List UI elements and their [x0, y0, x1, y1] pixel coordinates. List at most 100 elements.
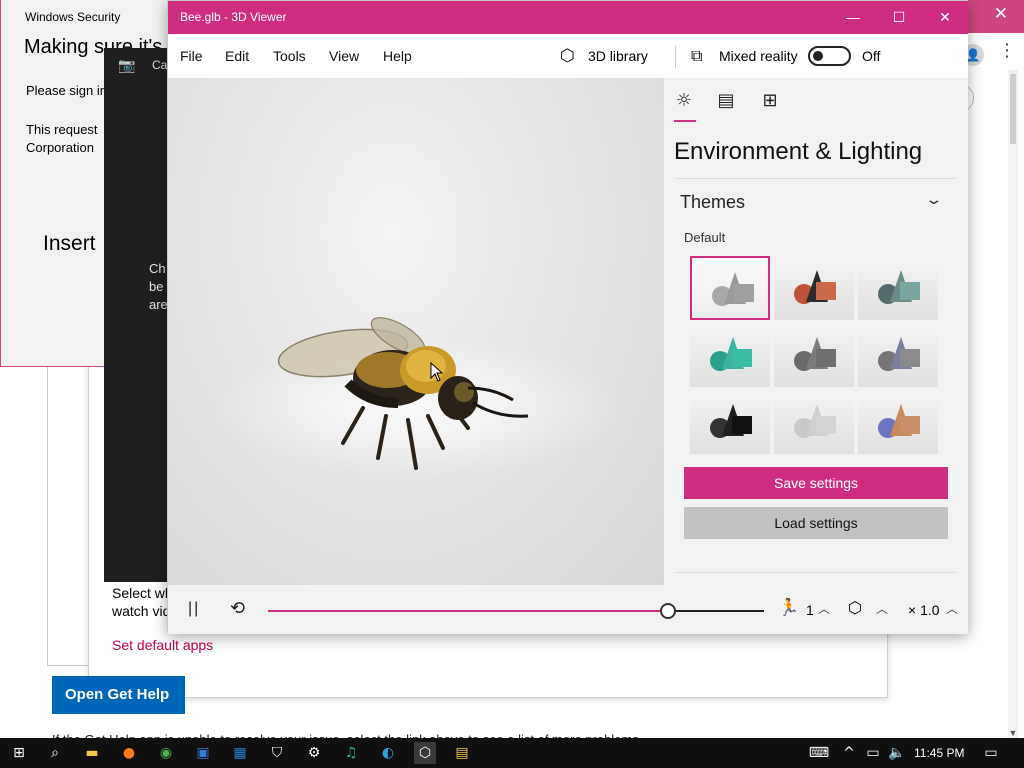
- timeline-handle[interactable]: [659, 603, 676, 619]
- minimize-button[interactable]: —: [830, 1, 876, 34]
- chevron-up-icon[interactable]: ^: [838, 742, 860, 764]
- background-select-text: Select wh watch vid: [112, 585, 172, 619]
- menu-edit[interactable]: Edit: [225, 48, 249, 64]
- theme-thumbnail[interactable]: [690, 390, 770, 454]
- panel-heading: Environment & Lighting: [674, 138, 923, 165]
- bee-model[interactable]: [268, 308, 548, 478]
- mouse-cursor: [430, 361, 444, 385]
- 3d-viewport[interactable]: [168, 78, 664, 585]
- theme-thumbnail[interactable]: [774, 390, 854, 454]
- timeline-slider[interactable]: [268, 603, 764, 619]
- themes-default-label: Default: [684, 230, 726, 245]
- 3d-library-button[interactable]: 3D library: [588, 48, 648, 64]
- mixed-reality-icon[interactable]: ⧉: [691, 46, 702, 66]
- chevron-down-icon[interactable]: ⌄: [924, 192, 943, 208]
- window-title: Bee.glb - 3D Viewer: [180, 10, 287, 24]
- title-bar[interactable]: Bee.glb - 3D Viewer — ☐ ✕: [168, 1, 968, 34]
- stats-tab-icon[interactable]: ▤: [714, 90, 738, 114]
- menu-view[interactable]: View: [329, 48, 359, 64]
- active-tab-indicator: [674, 120, 696, 122]
- 3d-viewer-window: Bee.glb - 3D Viewer — ☐ ✕ File Edit Tool…: [167, 0, 968, 634]
- theme-box-shape: [900, 349, 920, 367]
- security-instruction: Please sign in: [26, 83, 107, 98]
- theme-thumbnail[interactable]: [690, 256, 770, 320]
- theme-box-shape: [816, 282, 836, 300]
- security-icon[interactable]: ⛉: [266, 742, 288, 764]
- close-button[interactable]: ✕: [922, 1, 968, 34]
- background-panel: [47, 360, 92, 666]
- mixed-reality-label: Mixed reality: [719, 48, 798, 64]
- loop-icon[interactable]: ⟲: [230, 598, 245, 619]
- taskbar: ⊞ ⌕ ▬ ● ◉ ▣ ▦ ⛉ ⚙ ♫ ◐ ⬡ ▤ ⌨ ^ ▭ 🔈 11:45 …: [0, 738, 1024, 768]
- environment-lighting-panel: ☼ ▤ ⊞ Environment & Lighting Themes ⌄ De…: [664, 78, 968, 585]
- security-request-text: This request Corporation: [26, 122, 98, 155]
- themes-section-label[interactable]: Themes: [680, 192, 745, 213]
- menu-help[interactable]: Help: [383, 48, 412, 64]
- network-icon[interactable]: ▭: [862, 742, 884, 764]
- media-icon[interactable]: ♫: [340, 742, 362, 764]
- load-settings-button[interactable]: Load settings: [684, 507, 948, 539]
- lighting-tab-sun-icon[interactable]: ☼: [672, 90, 696, 114]
- grid-tab-icon[interactable]: ⊞: [758, 90, 782, 114]
- chrome-icon[interactable]: ◉: [155, 742, 177, 764]
- animation-icon[interactable]: 🏃: [778, 598, 799, 618]
- menu-tools[interactable]: Tools: [273, 48, 306, 64]
- settings-icon[interactable]: ⚙: [303, 742, 325, 764]
- volume-muted-icon[interactable]: 🔈: [886, 742, 908, 764]
- timeline-progress: [268, 610, 668, 612]
- mixed-reality-state: Off: [862, 48, 881, 64]
- system-clock[interactable]: 11:45 PM: [914, 746, 964, 760]
- camera-message: Ch be are: [149, 261, 168, 312]
- divider: [674, 572, 956, 573]
- theme-box-shape: [732, 416, 752, 434]
- chevron-up-icon[interactable]: ︿: [946, 600, 958, 617]
- theme-thumbnail[interactable]: [774, 323, 854, 387]
- chevron-up-icon[interactable]: ︿: [818, 600, 830, 617]
- security-insert-text: Insert: [43, 232, 96, 255]
- maximize-button[interactable]: ☐: [876, 1, 922, 34]
- playback-controls: || ⟲ 🏃 1 ︿ ⬡ ︿ × 1.0 ︿: [168, 585, 968, 634]
- theme-thumbnail[interactable]: [858, 323, 938, 387]
- 3d-library-icon[interactable]: ⬡: [560, 46, 575, 66]
- divider: [674, 178, 956, 179]
- 3d-viewer-icon[interactable]: ⬡: [414, 742, 436, 764]
- camera-icon: 📷: [118, 57, 136, 73]
- mixed-reality-toggle[interactable]: [808, 46, 851, 66]
- more-options-icon[interactable]: ⋮: [998, 40, 1016, 61]
- playback-speed: × 1.0: [908, 602, 940, 618]
- save-settings-button[interactable]: Save settings: [684, 467, 948, 499]
- edge-icon[interactable]: ◐: [377, 742, 399, 764]
- scrollbar-thumb[interactable]: [1010, 74, 1016, 144]
- toolbar-divider: [675, 46, 676, 68]
- file-explorer-icon[interactable]: ▬: [81, 742, 103, 764]
- calculator-icon[interactable]: ▦: [229, 742, 251, 764]
- theme-box-shape: [900, 416, 920, 434]
- theme-box-shape: [816, 349, 836, 367]
- theme-thumbnail[interactable]: [858, 390, 938, 454]
- background-scrollbar[interactable]: ▼: [1008, 70, 1018, 740]
- scroll-down-arrow-icon[interactable]: ▼: [1008, 728, 1018, 738]
- get-help-button[interactable]: Open Get Help: [52, 676, 185, 714]
- chevron-up-icon[interactable]: ︿: [876, 600, 888, 617]
- view-mode-icon[interactable]: ⬡: [848, 598, 862, 617]
- security-window-title: Windows Security: [25, 10, 121, 24]
- toggle-knob: [813, 51, 823, 61]
- outlook-icon[interactable]: ▣: [192, 742, 214, 764]
- notifications-icon[interactable]: ▭: [980, 742, 1002, 764]
- theme-thumbnail[interactable]: [858, 256, 938, 320]
- pause-button[interactable]: ||: [188, 600, 200, 618]
- store-icon[interactable]: ▤: [451, 742, 473, 764]
- menu-file[interactable]: File: [180, 48, 203, 64]
- firefox-icon[interactable]: ●: [118, 742, 140, 764]
- background-close-icon[interactable]: ✕: [994, 4, 1008, 24]
- set-default-apps-link[interactable]: Set default apps: [112, 637, 213, 653]
- background-window-titlebar: ✕: [968, 0, 1024, 33]
- theme-thumbnail[interactable]: [690, 323, 770, 387]
- theme-box-shape: [900, 282, 920, 300]
- start-icon[interactable]: ⊞: [8, 742, 30, 764]
- camera-window: [104, 48, 170, 582]
- theme-thumbnail[interactable]: [774, 256, 854, 320]
- keyboard-icon[interactable]: ⌨: [808, 742, 830, 764]
- search-icon[interactable]: ⌕: [44, 742, 66, 764]
- theme-box-shape: [732, 349, 752, 367]
